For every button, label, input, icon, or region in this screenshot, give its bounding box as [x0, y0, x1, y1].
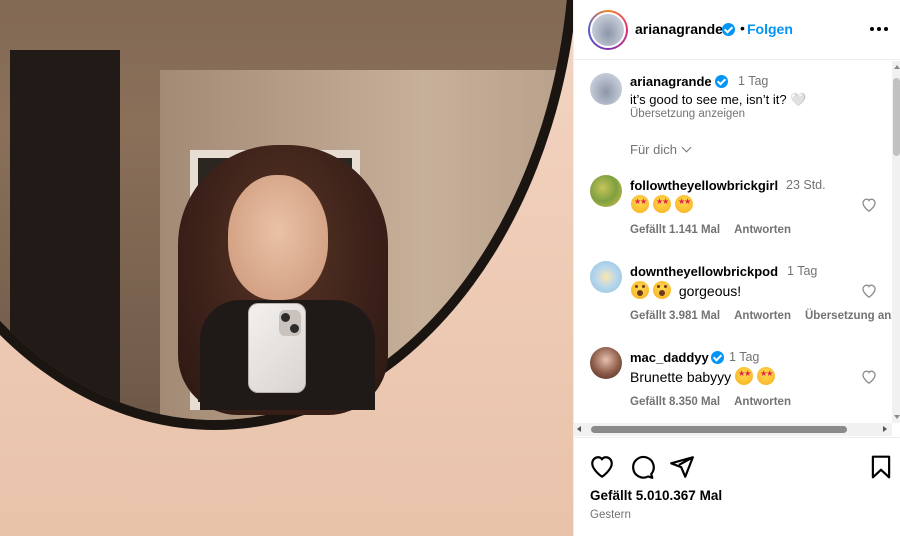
- post-username[interactable]: arianagrande: [635, 21, 723, 37]
- comment-time[interactable]: 1 Tag: [787, 264, 817, 278]
- comment-text: Brunette babyyy: [630, 367, 779, 385]
- comment-likes[interactable]: Gefällt 8.350 Mal: [630, 396, 720, 408]
- reply-button[interactable]: Antworten: [734, 310, 791, 322]
- heart-icon[interactable]: [589, 454, 615, 480]
- star-struck-emoji: [631, 195, 649, 213]
- heart-icon[interactable]: [861, 283, 877, 298]
- heart-icon[interactable]: [861, 369, 877, 384]
- comment-username[interactable]: downtheyellowbrickpod: [630, 264, 778, 279]
- post-actions: Gefällt 5.010.367 Mal Gestern: [574, 437, 900, 536]
- astonished-emoji: [653, 281, 671, 299]
- star-struck-emoji: [675, 195, 693, 213]
- caption-username[interactable]: arianagrande: [630, 74, 712, 89]
- comment-time[interactable]: 1 Tag: [729, 350, 759, 364]
- comment-meta: Gefällt 8.350 Mal Antworten: [630, 396, 805, 408]
- comment-icon[interactable]: [629, 454, 655, 480]
- caption-text: it’s good to see me, isn’t it? 🤍: [630, 92, 807, 107]
- comment-time[interactable]: 23 Std.: [786, 178, 826, 192]
- reply-button[interactable]: Antworten: [734, 396, 791, 408]
- photo-person-face: [228, 175, 328, 300]
- comments-list: arianagrande 1 Tag it’s good to see me, …: [574, 61, 900, 423]
- scrollbar-thumb[interactable]: [591, 426, 847, 433]
- avatar[interactable]: [590, 12, 626, 48]
- star-struck-emoji: [735, 367, 754, 385]
- more-options-icon[interactable]: [870, 18, 890, 38]
- avatar[interactable]: [590, 73, 622, 105]
- chevron-down-icon: [681, 142, 692, 153]
- star-struck-emoji: [653, 195, 671, 213]
- comment-sort-dropdown[interactable]: Für dich: [630, 142, 692, 157]
- share-icon[interactable]: [669, 454, 695, 480]
- comment-likes[interactable]: Gefällt 1.141 Mal: [630, 224, 720, 236]
- astonished-emoji: [631, 281, 649, 299]
- star-struck-emoji: [757, 367, 776, 385]
- avatar[interactable]: [590, 347, 622, 379]
- scroll-left-arrow-icon[interactable]: [577, 426, 581, 432]
- scroll-down-arrow-icon[interactable]: [894, 415, 900, 419]
- post-side-panel: arianagrande • Folgen arianagrande 1 Tag…: [573, 0, 900, 536]
- comment-username[interactable]: followtheyellowbrickgirl: [630, 178, 778, 193]
- comment-meta: Gefällt 3.981 Mal Antworten Übersetzung an…: [630, 310, 900, 322]
- caption-time[interactable]: 1 Tag: [738, 74, 768, 88]
- photo-phone: [248, 303, 306, 393]
- heart-icon[interactable]: [861, 197, 877, 212]
- scroll-right-arrow-icon[interactable]: [883, 426, 887, 432]
- post-header: arianagrande • Folgen: [574, 0, 900, 60]
- scrollbar-thumb[interactable]: [893, 78, 900, 156]
- verified-badge-icon: [715, 75, 728, 88]
- comment-sort-label: Für dich: [630, 142, 677, 157]
- scroll-up-arrow-icon[interactable]: [894, 65, 900, 69]
- verified-badge-icon: [711, 351, 724, 364]
- post-photo[interactable]: [0, 0, 573, 536]
- comment-username[interactable]: mac_daddyy: [630, 350, 709, 365]
- verified-badge-icon: [722, 23, 735, 36]
- reply-button[interactable]: Antworten: [734, 224, 791, 236]
- avatar[interactable]: [590, 261, 622, 293]
- separator-dot: •: [740, 20, 745, 36]
- horizontal-scrollbar[interactable]: [574, 423, 892, 436]
- comment-text: gorgeous!: [631, 281, 741, 299]
- comment-likes[interactable]: Gefällt 3.981 Mal: [630, 310, 720, 322]
- post-timestamp[interactable]: Gestern: [590, 509, 631, 521]
- comment-text: [631, 195, 697, 213]
- post-likes-count[interactable]: Gefällt 5.010.367 Mal: [590, 488, 722, 503]
- story-ring[interactable]: [588, 10, 628, 50]
- avatar[interactable]: [590, 175, 622, 207]
- bookmark-icon[interactable]: [868, 454, 894, 480]
- vertical-scrollbar[interactable]: [892, 61, 900, 423]
- see-translation-link[interactable]: Übersetzung anzeigen: [630, 108, 745, 120]
- comment-meta: Gefällt 1.141 Mal Antworten: [630, 224, 805, 236]
- follow-button[interactable]: Folgen: [747, 21, 793, 37]
- see-translation-link[interactable]: Übersetzung anz: [805, 310, 897, 322]
